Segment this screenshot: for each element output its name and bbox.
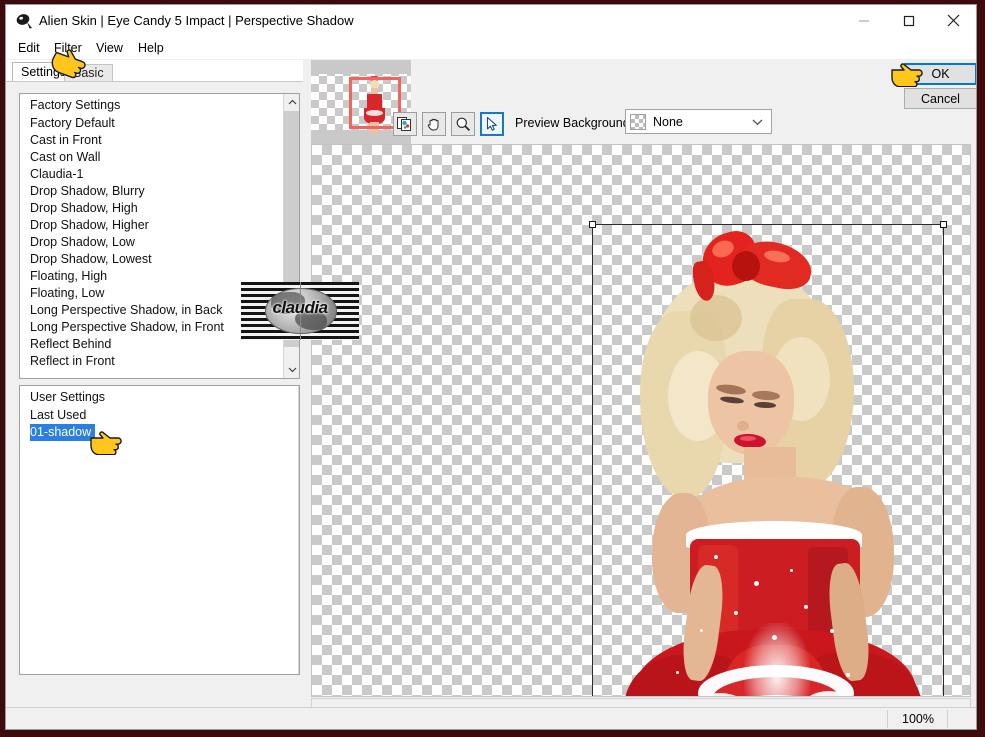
list-item[interactable]: Reflect in Front — [20, 353, 282, 370]
user-settings-list-items: User Settings Last Used 01-shadow — [20, 386, 298, 674]
alien-skin-logo-icon — [15, 12, 33, 30]
factory-settings-title: Factory Settings — [30, 98, 121, 112]
transparency-swatch-icon — [630, 113, 646, 130]
menu-item-help[interactable]: Help — [134, 39, 168, 57]
maximize-button[interactable] — [886, 5, 931, 36]
menu-item-view[interactable]: View — [92, 39, 127, 57]
preview-canvas[interactable] — [311, 144, 971, 697]
watermark-text: claudia — [272, 298, 328, 317]
settings-panel: Factory Settings Factory Default Cast in… — [6, 81, 303, 729]
navigator-band-top — [311, 60, 411, 74]
list-item[interactable]: Last Used — [20, 407, 298, 424]
preview-background-value: None — [653, 114, 683, 129]
list-item[interactable]: Drop Shadow, Blurry — [20, 183, 282, 200]
tab-basic[interactable]: Basic — [64, 64, 113, 82]
selection-rectangle[interactable] — [589, 221, 947, 696]
list-item[interactable]: Drop Shadow, Higher — [20, 217, 282, 234]
preview-background-select[interactable]: None — [625, 109, 772, 134]
list-item[interactable]: Factory Default — [20, 115, 282, 132]
application-window: Alien Skin | Eye Candy 5 Impact | Perspe… — [5, 4, 977, 730]
scroll-down-icon[interactable] — [284, 361, 299, 378]
list-item[interactable]: 01-shadow — [20, 424, 298, 441]
title-bar: Alien Skin | Eye Candy 5 Impact | Perspe… — [6, 5, 976, 37]
zoom-magnifier-icon[interactable] — [451, 112, 475, 136]
window-title: Alien Skin | Eye Candy 5 Impact | Perspe… — [39, 13, 354, 28]
menu-bar: Edit Filter View Help — [6, 37, 976, 59]
hand-pan-icon[interactable] — [422, 112, 446, 136]
scroll-up-icon[interactable] — [284, 94, 299, 111]
preview-pane: Preview Background: None — [303, 60, 976, 729]
list-item[interactable]: Drop Shadow, Low — [20, 234, 282, 251]
ok-button[interactable]: OK — [904, 63, 976, 85]
preview-toggle-icon[interactable] — [393, 112, 417, 136]
user-settings-list[interactable]: User Settings Last Used 01-shadow — [19, 385, 300, 675]
list-item[interactable]: Cast in Front — [20, 132, 282, 149]
list-item[interactable]: Drop Shadow, High — [20, 200, 282, 217]
preview-background-label: Preview Background: — [515, 116, 634, 130]
selection-handle-top-right[interactable] — [940, 221, 947, 228]
cancel-button[interactable]: Cancel — [904, 88, 976, 109]
list-item[interactable]: Drop Shadow, Lowest — [20, 251, 282, 268]
list-item[interactable]: Claudia-1 — [20, 166, 282, 183]
user-setting-selected[interactable]: 01-shadow — [30, 424, 96, 441]
tab-strip: Settings Basic — [6, 60, 303, 82]
user-settings-title: User Settings — [30, 390, 106, 404]
menu-item-filter[interactable]: Filter — [50, 39, 86, 57]
status-separator — [887, 710, 888, 728]
menu-item-edit[interactable]: Edit — [14, 39, 44, 57]
minimize-button[interactable] — [841, 5, 886, 36]
list-item[interactable]: Cast on Wall — [20, 149, 282, 166]
zoom-level: 100% — [902, 712, 934, 726]
user-list-divider — [298, 386, 299, 674]
chevron-down-icon[interactable] — [752, 115, 763, 129]
status-separator — [947, 710, 948, 728]
watermark: claudia — [241, 282, 359, 340]
selection-handle-top-left[interactable] — [589, 221, 596, 228]
status-bar: 100% — [6, 707, 976, 729]
close-button[interactable] — [931, 5, 976, 36]
arrow-select-icon[interactable] — [480, 112, 504, 136]
